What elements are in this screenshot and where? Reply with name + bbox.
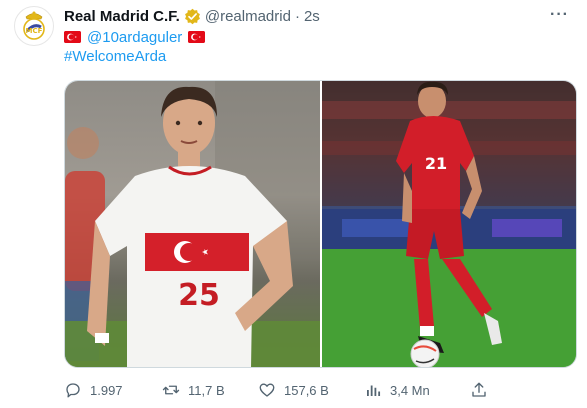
tweet-action-bar: 1.997 11,7 B 157,6 B 3,4 Mn xyxy=(64,381,504,401)
reply-count: 1.997 xyxy=(90,382,123,398)
real-madrid-avatar[interactable]: MCF xyxy=(14,6,54,46)
author-name[interactable]: Real Madrid C.F. xyxy=(64,8,180,25)
tweet-media-grid: 25 21 xyxy=(64,80,577,368)
real-madrid-crest-icon: MCF xyxy=(23,11,45,40)
player-white-kit-illustration: 25 xyxy=(65,81,320,367)
reply-button[interactable]: 1.997 xyxy=(64,381,123,399)
retweet-icon xyxy=(162,385,180,395)
turkey-flag-icon xyxy=(64,31,81,43)
reply-icon xyxy=(66,383,80,398)
verified-badge-icon[interactable] xyxy=(184,8,201,25)
tweet-timestamp[interactable]: 2s xyxy=(304,8,320,25)
separator-dot: · xyxy=(294,7,300,25)
like-button[interactable]: 157,6 B xyxy=(258,381,329,399)
share-button[interactable] xyxy=(470,381,488,404)
analytics-icon xyxy=(367,385,381,396)
tweet-text-line-mention: @10ardaguler xyxy=(64,28,206,46)
player-red-kit-illustration: 21 xyxy=(322,81,576,367)
retweet-count: 11,7 B xyxy=(188,382,225,398)
photo-arda-white-kit[interactable]: 25 xyxy=(65,81,320,367)
photo-arda-red-kit[interactable]: 21 xyxy=(322,81,576,367)
share-icon xyxy=(472,382,486,397)
views-button[interactable]: 3,4 Mn xyxy=(364,381,430,399)
more-icon[interactable]: ··· xyxy=(550,6,569,24)
kit-number-right: 21 xyxy=(425,154,447,173)
retweet-button[interactable]: 11,7 B xyxy=(162,381,225,399)
author-handle[interactable]: @realmadrid xyxy=(205,8,291,25)
tweet-header: Real Madrid C.F. @realmadrid · 2s xyxy=(64,7,320,25)
svg-text:MCF: MCF xyxy=(26,27,43,35)
mention-link[interactable]: @10ardaguler xyxy=(87,29,182,46)
turkey-flag-icon xyxy=(188,31,206,43)
kit-number-left: 25 xyxy=(178,278,220,313)
like-count: 157,6 B xyxy=(284,382,329,398)
heart-icon xyxy=(259,383,275,397)
hashtag-link[interactable]: #WelcomeArda xyxy=(64,48,166,65)
views-count: 3,4 Mn xyxy=(390,382,430,398)
